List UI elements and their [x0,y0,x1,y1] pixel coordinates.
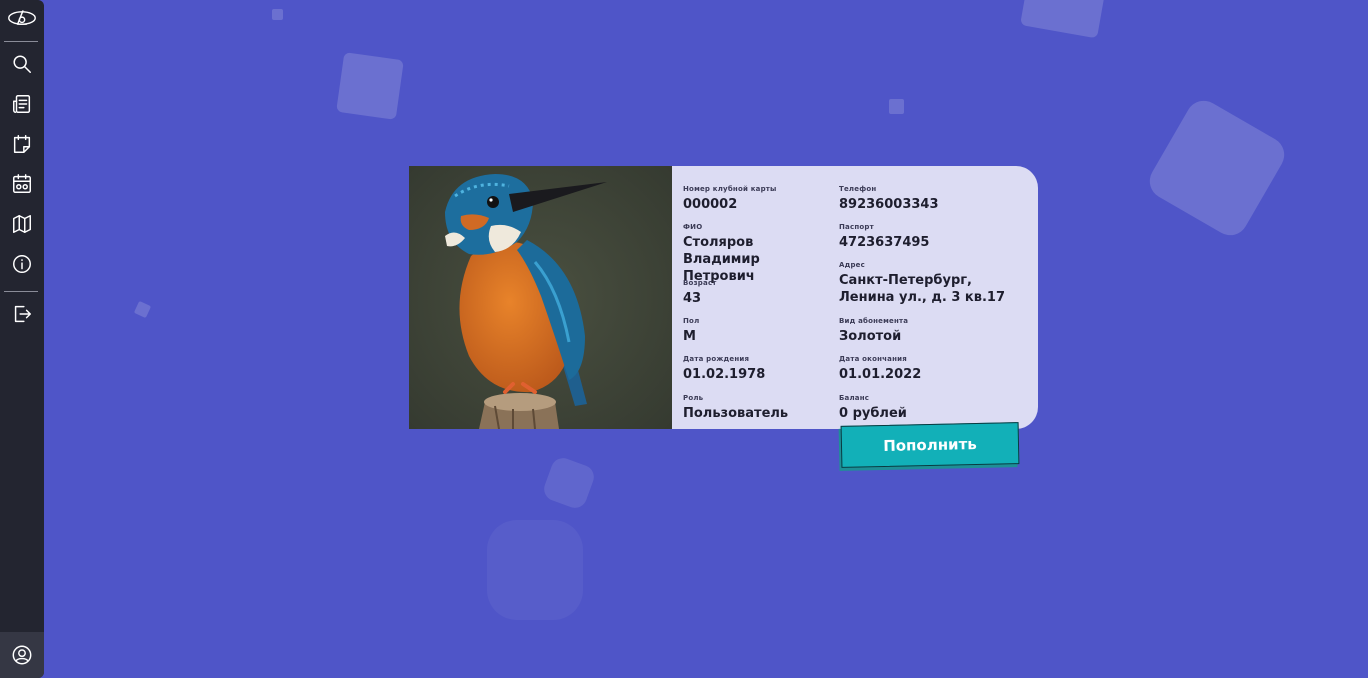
sidebar-item-news[interactable] [0,86,44,122]
name-label: ФИО [683,223,703,231]
club-card: Номер клубной карты 000002 ФИО Столяров … [409,166,1038,429]
name-field: ФИО Столяров Владимир Петрович [683,223,821,285]
decor-square [272,9,283,20]
sidebar-item-logout[interactable] [0,296,44,332]
birth-date-field: Дата рождения 01.02.1978 [683,355,765,383]
logo-icon[interactable] [0,0,44,36]
end-date-value: 01.01.2022 [839,367,922,382]
schedule-icon [13,174,31,193]
age-field: Возраст 43 [683,279,717,307]
news-icon [13,95,31,113]
card-number-field: Номер клубной карты 000002 [683,185,777,213]
map-icon [13,215,31,233]
sidebar [0,0,44,678]
sidebar-divider [4,41,38,42]
balance-field: Баланс 0 рублей [839,394,907,422]
sex-value: М [683,329,696,344]
balance-label: Баланс [839,394,870,402]
notes-icon [13,135,31,153]
phone-value: 89236003343 [839,197,939,212]
membership-value: Золотой [839,329,902,344]
decor-square [336,52,404,120]
card-number-label: Номер клубной карты [683,185,777,193]
sidebar-item-search[interactable] [0,46,44,82]
decor-square [487,520,583,620]
card-number-value: 000002 [683,197,738,212]
sidebar-item-map[interactable] [0,206,44,242]
sidebar-item-notes[interactable] [0,126,44,162]
passport-label: Паспорт [839,223,874,231]
phone-field: Телефон 89236003343 [839,185,939,213]
membership-field: Вид абонемента Золотой [839,317,908,345]
card-info: Номер клубной карты 000002 ФИО Столяров … [672,166,1038,429]
role-field: Роль Пользователь [683,394,788,422]
decor-square [1020,0,1106,39]
phone-label: Телефон [839,185,877,193]
address-label: Адрес [839,261,865,269]
name-value: Столяров Владимир Петрович [683,235,760,284]
info-icon [13,255,31,273]
role-value: Пользователь [683,406,789,421]
sex-label: Пол [683,317,700,325]
top-up-button[interactable]: Пополнить [840,422,1020,468]
user-profile-icon [12,645,32,665]
age-label: Возраст [683,279,717,287]
role-label: Роль [683,394,704,402]
sidebar-divider [4,291,38,292]
kingfisher-photo [409,166,672,429]
decor-square [889,99,904,114]
logout-icon [14,305,31,323]
decor-square [133,300,152,319]
birth-date-value: 01.02.1978 [683,367,766,382]
passport-field: Паспорт 4723637495 [839,223,929,251]
birth-date-label: Дата рождения [683,355,750,363]
membership-label: Вид абонемента [839,317,909,325]
sex-field: Пол М [683,317,699,345]
sidebar-item-schedule[interactable] [0,166,44,202]
address-field: Адрес Санкт-Петербург, Ленина ул., д. 3 … [839,261,1009,306]
decor-square [540,454,598,512]
address-value: Санкт-Петербург, Ленина ул., д. 3 кв.17 [839,273,1005,305]
balance-value: 0 рублей [839,406,907,421]
end-date-label: Дата окончания [839,355,907,363]
age-value: 43 [683,291,702,306]
decor-square [1143,94,1291,242]
profile-button[interactable] [0,632,44,678]
search-icon [13,55,31,73]
passport-value: 4723637495 [839,235,930,250]
sidebar-item-info[interactable] [0,246,44,282]
end-date-field: Дата окончания 01.01.2022 [839,355,921,383]
